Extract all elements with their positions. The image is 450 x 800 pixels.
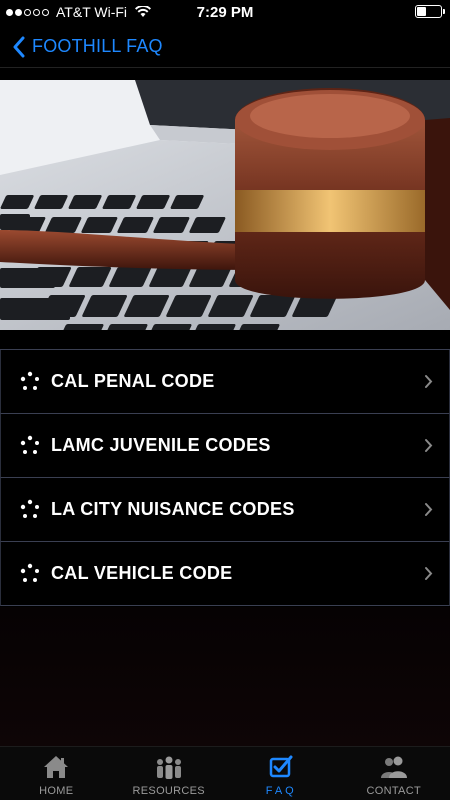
list-item-label: LAMC JUVENILE CODES [51,435,271,455]
chevron-right-icon [425,439,433,452]
battery-level [417,7,427,16]
tab-contact[interactable]: CONTACT [338,747,450,800]
dots-spinner-icon [20,371,39,390]
chevron-left-icon [13,36,25,57]
dots-spinner-icon [20,499,39,518]
tab-resources[interactable]: RESOURCES [113,747,226,800]
content-background [0,607,450,747]
tab-home[interactable]: HOME [0,747,113,800]
list-item-label: CAL PENAL CODE [51,371,215,391]
contacts-icon [380,756,407,778]
chevron-right-icon [425,567,433,580]
list-item-label: CAL VEHICLE CODE [51,563,233,583]
chevron-right-icon [425,503,433,516]
tab-label: HOME [39,785,74,797]
dots-spinner-icon [20,435,39,454]
hero-image [0,80,450,330]
list-item-la-city-nuisance-codes[interactable]: LA CITY NUISANCE CODES [0,478,450,542]
navigation-bar: FOOTHILL FAQ [0,26,450,68]
chevron-right-icon [425,375,433,388]
tab-faq[interactable]: FAQ [225,747,338,800]
list-item-label: LA CITY NUISANCE CODES [51,499,295,519]
faq-list: CAL PENAL CODE LAMC JUVENILE CODES LA CI… [0,349,450,606]
people-group-icon [156,756,181,779]
tab-bar: HOME RESOURCES FAQ CONTACT [0,746,450,800]
house-icon [44,756,69,778]
tab-label: CONTACT [366,785,421,797]
back-button[interactable]: FOOTHILL FAQ [0,36,163,58]
list-item-cal-penal-code[interactable]: CAL PENAL CODE [0,350,450,414]
status-time: 7:29 PM [196,4,254,21]
list-item-lamc-juvenile-codes[interactable]: LAMC JUVENILE CODES [0,414,450,478]
list-item-cal-vehicle-code[interactable]: CAL VEHICLE CODE [0,542,450,606]
tab-label: FAQ [265,785,297,797]
dots-spinner-icon [20,563,39,582]
page-title: FOOTHILL FAQ [32,36,163,56]
tab-label: RESOURCES [132,785,205,797]
battery-icon [415,5,445,18]
checkbox-check-icon [270,755,293,778]
gavel-keyboard-illustration [0,80,450,330]
status-bar: AT&T Wi-Fi 7:29 PM [0,0,450,24]
